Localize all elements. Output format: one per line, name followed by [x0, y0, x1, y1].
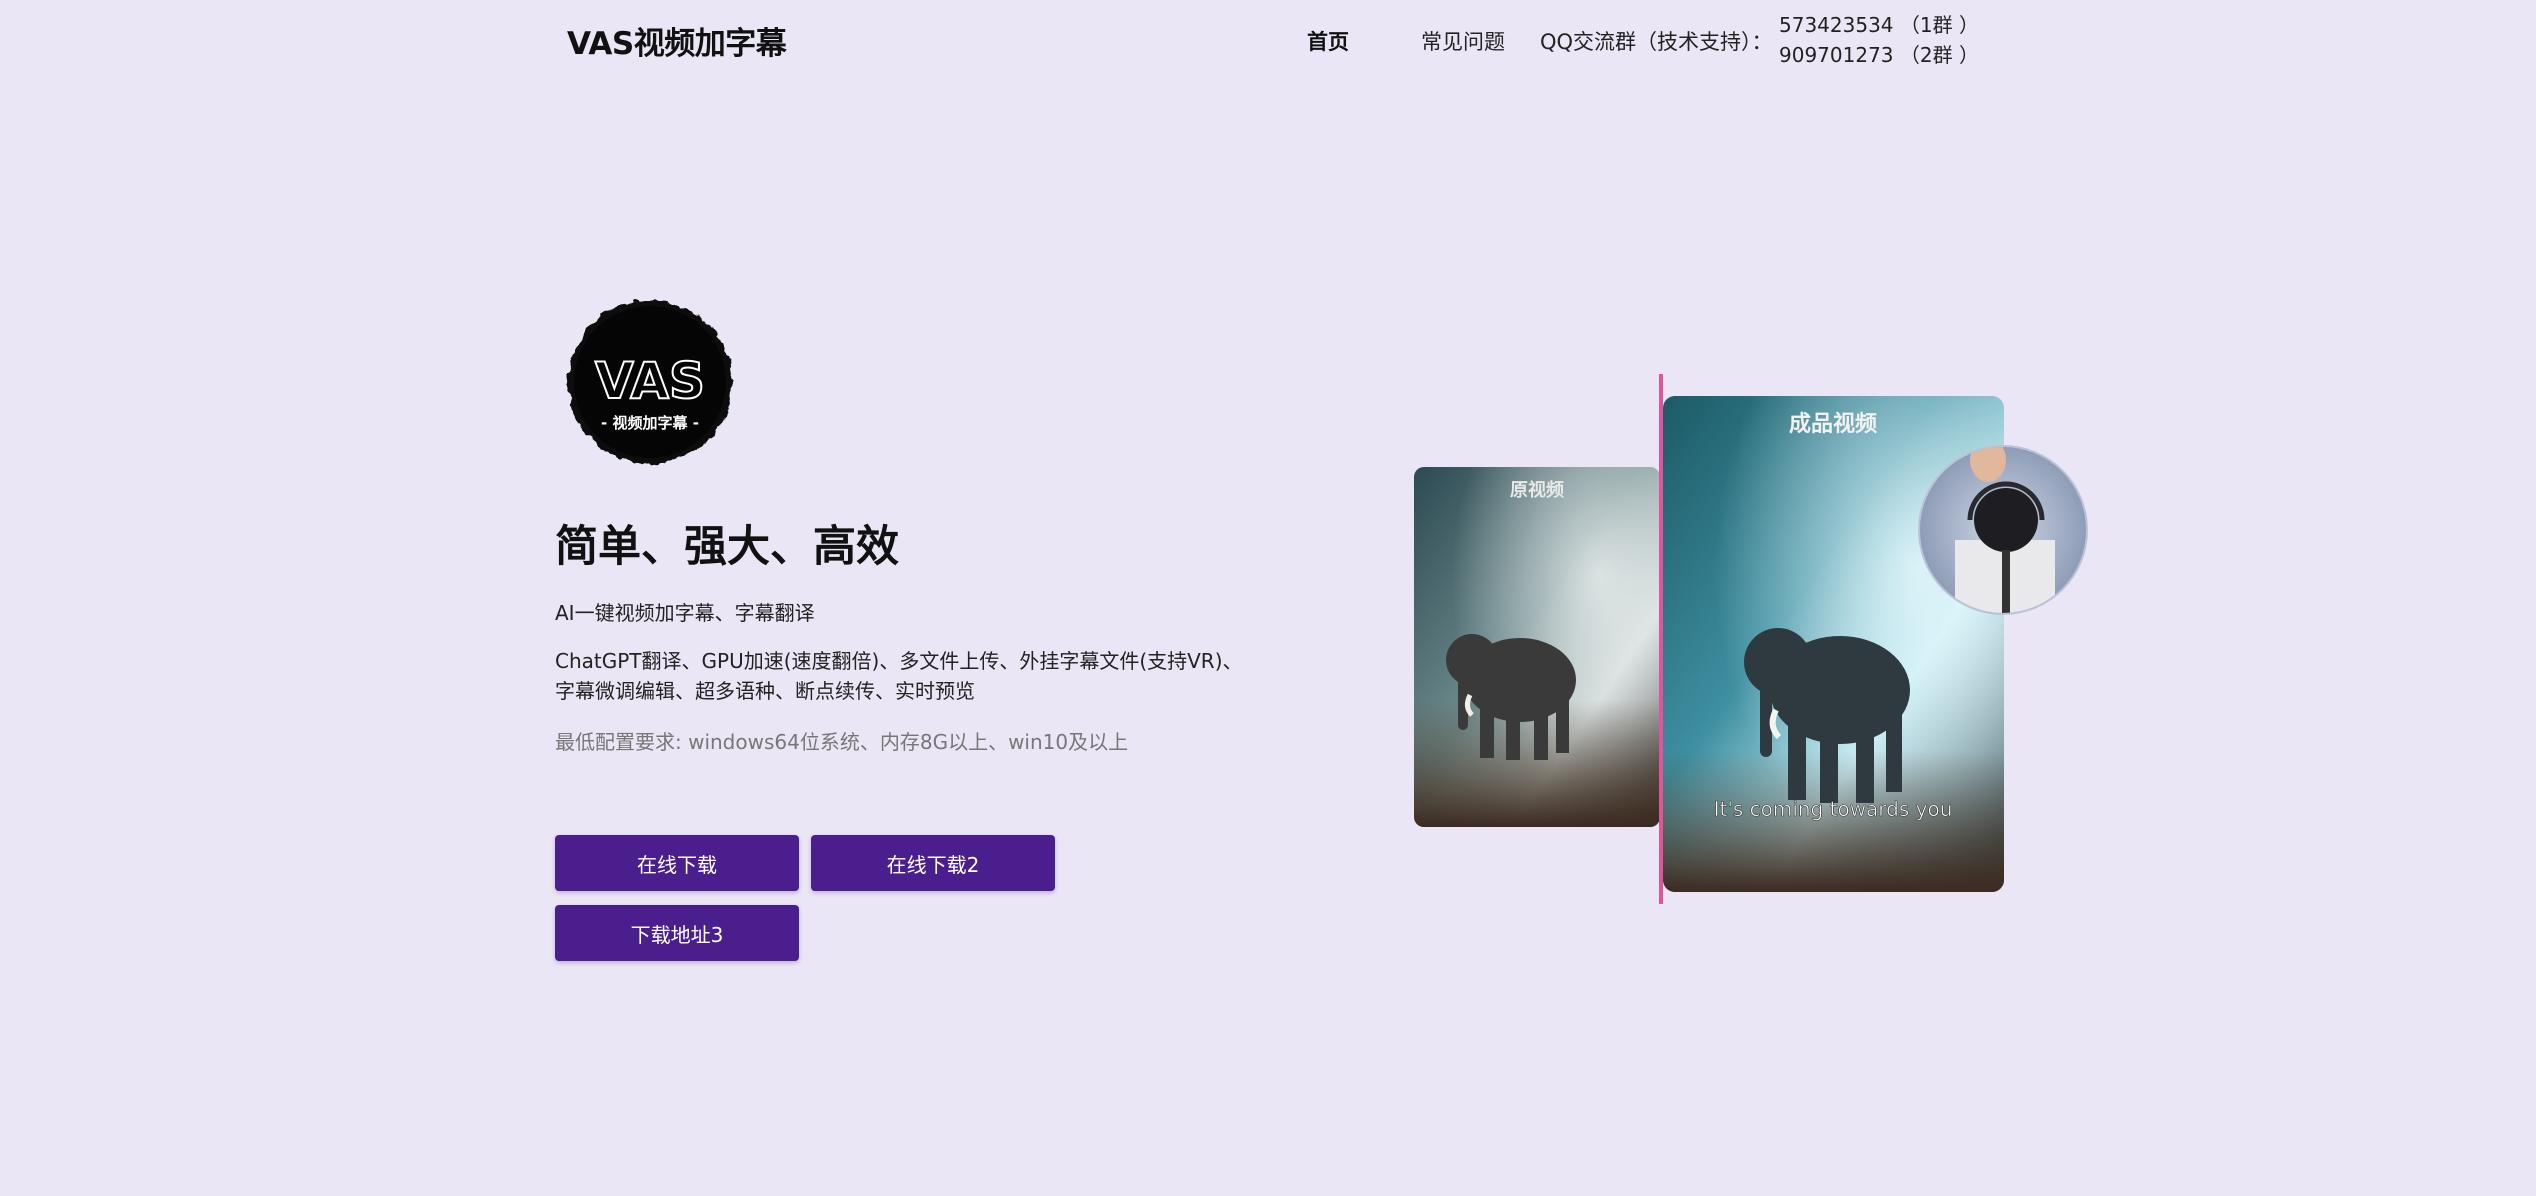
qq-group-2: 909701273 （2群 ） [1779, 43, 1979, 67]
nav-faq-link[interactable]: 常见问题 [1421, 26, 1505, 56]
download-button-2[interactable]: 在线下载2 [811, 835, 1055, 891]
nav-home-link[interactable]: 首页 [1307, 26, 1349, 56]
logo-subtitle: - 视频加字幕 - [601, 414, 699, 432]
subtitle-caption: It's coming towards you [1714, 797, 1953, 821]
qq-group-label: QQ交流群（技术支持）： [1540, 30, 1773, 54]
result-video-label: 成品视频 [1789, 411, 1877, 437]
preview-composite: 原视频 成品视频 It's coming towards you [1410, 370, 2100, 910]
hero-headline: 简单、强大、高效 [555, 522, 899, 572]
download-button-1[interactable]: 在线下载 [555, 835, 799, 891]
page: VAS视频加字幕 首页 常见问题 QQ交流群（技术支持）： 573423534 … [0, 0, 2536, 1196]
hero-feature-list: ChatGPT翻译、GPU加速(速度翻倍)、多文件上传、外挂字幕文件(支持VR)… [555, 649, 1243, 703]
site-title[interactable]: VAS视频加字幕 [567, 18, 787, 63]
qq-group-list: 573423534 （1群 ） 909701273 （2群 ） [1779, 10, 1979, 70]
download-button-3[interactable]: 下载地址3 [555, 905, 799, 961]
original-video-label: 原视频 [1510, 479, 1564, 501]
compare-divider[interactable] [1659, 374, 1663, 904]
logo-title: VAS [595, 352, 705, 410]
hero-feature-summary: AI一键视频加字幕、字幕翻译 [555, 601, 815, 625]
hero-system-requirements: 最低配置要求: windows64位系统、内存8G以上、win10及以上 [555, 730, 1129, 754]
vas-logo: VAS - 视频加字幕 - [560, 290, 740, 474]
original-video-thumbnail [1414, 467, 1660, 827]
qq-group-1: 573423534 （1群 ） [1779, 13, 1979, 37]
